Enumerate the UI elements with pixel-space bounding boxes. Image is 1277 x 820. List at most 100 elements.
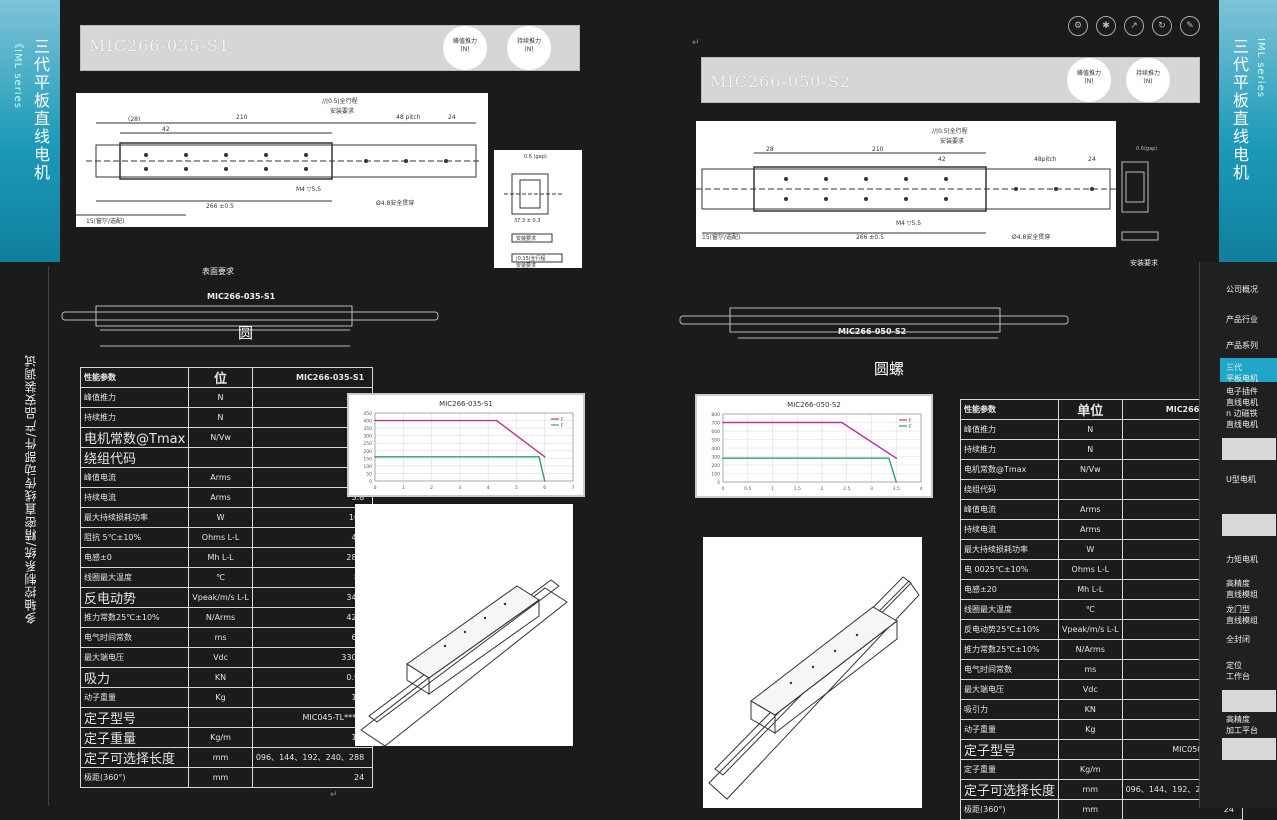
svg-text:|0.15|全行程: |0.15|全行程 — [516, 255, 546, 262]
table-row: 峰值推力N400 — [79, 387, 374, 408]
s2-side-view-drawing: 0.6(gap) — [1116, 142, 1176, 252]
table-cell-unit: Arms — [188, 467, 253, 488]
x-tick-label: 3 — [458, 485, 461, 491]
table-cell-unit: Vdc — [1058, 679, 1123, 700]
table-cell-unit — [188, 447, 253, 468]
table-cell-name: 推力常数25℃±10% — [959, 639, 1060, 660]
series-point — [722, 421, 724, 424]
nav-item[interactable]: U型电机 — [1226, 474, 1256, 485]
nav-item[interactable]: 产品系列 — [1226, 340, 1258, 351]
table-row: 吸力KN0.94 — [79, 667, 374, 688]
x-tick-label: 3 — [870, 486, 873, 492]
s1-force-speed-chart: MIC266-035-S1 0 50 100 150 200 250 300 350 400 450… — [347, 393, 585, 497]
table-row: 定子型号 MIC045-TL***-B — [79, 707, 374, 728]
table-cell-unit: N/Arms — [188, 607, 253, 628]
table-cell-unit: Kg — [188, 687, 253, 708]
x-tick-label: 5 — [515, 485, 518, 491]
nav-item[interactable]: 定位 工作台 — [1226, 660, 1250, 682]
table-row: 持续推力N160 — [79, 407, 374, 428]
table-cell-name: 定子型号 — [79, 707, 190, 728]
y-tick-label: 200 — [363, 449, 372, 455]
svg-text:15(窗尔/选配): 15(窗尔/选配) — [702, 233, 740, 241]
table-row: 绕组代码S1 — [79, 447, 374, 468]
s1-side-view-drawing: 0.6 (gap) 37.3 ± 0.3 安装要求 |0.15|全行程 安装要求 — [494, 150, 582, 268]
y-tick-label: 50 — [366, 471, 372, 477]
left-series-tab[interactable]: 三代平板直线电机 《IML series — [0, 0, 60, 262]
table-row: 线圈最大温度℃80 — [79, 567, 374, 588]
svg-text:210: 210 — [236, 114, 248, 121]
y-tick-label: 800 — [711, 412, 720, 418]
table-cell-name: 持续推力 — [79, 407, 190, 428]
nav-thumbnail[interactable] — [1222, 514, 1276, 536]
tools-icon[interactable]: ✎ — [1180, 16, 1200, 36]
s1-title-bar: MIC266-035-S1 峰值推力 (N) 持续推力 (N) — [80, 25, 580, 71]
table-cell-unit: ms — [188, 627, 253, 648]
y-tick-label: 500 — [711, 438, 720, 444]
nav-item[interactable]: 产品行业 — [1226, 314, 1258, 325]
chart-title: MIC266-035-S1 — [439, 400, 493, 408]
table-cell-unit: ℃ — [188, 567, 253, 588]
table-row: 反电动势Vpeak/m/s L-L34.6 — [79, 587, 374, 608]
refresh-icon[interactable]: ↻ — [1152, 16, 1172, 36]
nav-thumbnail[interactable] — [1222, 438, 1276, 460]
nav-item[interactable]: 全封闭 — [1226, 634, 1250, 645]
nav-item[interactable]: 龙门型 直线模组 — [1226, 604, 1258, 626]
table-header-cell: MIC266-035-S1 — [251, 367, 374, 388]
gear-icon[interactable]: ✱ — [1096, 16, 1116, 36]
y-tick-label: 450 — [363, 411, 372, 417]
nav-item[interactable]: 力矩电机 — [1226, 554, 1258, 565]
chart-icon[interactable]: ↗ — [1124, 16, 1144, 36]
right-series-tab[interactable]: 三代平板直线电机 IML series — [1219, 0, 1277, 262]
table-cell-unit: Mh L-L — [1058, 579, 1123, 600]
table-cell-name: 最大持续损耗功率 — [79, 507, 190, 528]
table-cell-name: 吸引力 — [959, 699, 1060, 720]
x-tick-label: 2 — [821, 486, 824, 492]
legend-label: F — [561, 417, 564, 423]
left-caption-strip: 多轴控制系统/精密直线传动部件/产品安装调试 — [4, 266, 49, 806]
table-header-cell: 性能参数 — [79, 367, 190, 388]
s2-circle-label: 圆螺 — [874, 360, 905, 378]
table-cell-unit — [1058, 479, 1123, 500]
series-point — [374, 419, 376, 422]
table-cell-name: 电气时间常数 — [79, 627, 190, 648]
y-tick-label: 350 — [363, 426, 372, 432]
x-tick-label: 1 — [402, 485, 405, 491]
s2-cont-force-badge: 持续推力 (N) — [1126, 58, 1170, 102]
table-cell-name: 电气时间常数 — [959, 659, 1060, 680]
svg-text:24: 24 — [448, 114, 456, 121]
nav-thumbnail[interactable] — [1222, 690, 1276, 712]
y-tick-label: 400 — [711, 446, 720, 452]
x-tick-label: 1.5 — [794, 486, 801, 492]
nav-item[interactable]: 电子插件 直线电机 n 边磁铁 直线电机 — [1226, 386, 1258, 430]
svg-text://|0.5|全行程: //|0.5|全行程 — [322, 97, 358, 105]
table-cell-unit: Arms — [188, 487, 253, 508]
table-cell-unit: Kg/m — [188, 727, 253, 748]
settings-icon[interactable]: ⚙ — [1068, 16, 1088, 36]
table-cell-unit: mm — [1058, 779, 1123, 800]
nav-item[interactable]: 三代 平板电机 — [1226, 362, 1258, 384]
table-cell-name: 定子重量 — [79, 727, 190, 748]
table-row: 推力常数25℃±10%N/Arms42.4 — [79, 607, 374, 628]
y-tick-label: 600 — [711, 429, 720, 435]
table-cell-unit: N/Arms — [1058, 639, 1123, 660]
nav-item[interactable]: 公司概况 — [1226, 284, 1258, 295]
nav-thumbnail[interactable] — [1222, 738, 1276, 760]
table-cell-name: 反电动势 — [79, 587, 190, 608]
s2-mount-label: 安装要求 — [1130, 259, 1158, 267]
table-cell-unit: N/Vw — [188, 427, 253, 448]
nav-item[interactable]: 高精度 加工平台 — [1226, 714, 1258, 736]
table-cell-value: 096、144、192、240、288 — [251, 747, 374, 768]
table-cell-unit: W — [188, 507, 253, 528]
s2-force-speed-chart: MIC266-050-S2 0 100 200 300 400 500 600 700 800 0 0… — [695, 394, 933, 498]
nav-item[interactable]: 高精度 直线模组 — [1226, 578, 1258, 600]
table-cell-unit: Kg — [1058, 719, 1123, 740]
svg-text:安装要求: 安装要求 — [330, 107, 354, 115]
series-point — [543, 480, 546, 482]
right-series-subtitle: IML series — [1255, 38, 1266, 98]
s1-dimension-drawing: (28) 42 210 48 pitch 24 266 ±0.5 15(窗尔/选配) M… — [76, 93, 488, 227]
s1-cont-force-badge: 持续推力 (N) — [507, 26, 551, 70]
table-cell-unit: KN — [188, 667, 253, 688]
table-cell-name: 绕组代码 — [79, 447, 190, 468]
svg-text:48 pitch: 48 pitch — [396, 114, 421, 121]
s2-peak-force-badge: 峰值推力 (N) — [1067, 58, 1111, 102]
